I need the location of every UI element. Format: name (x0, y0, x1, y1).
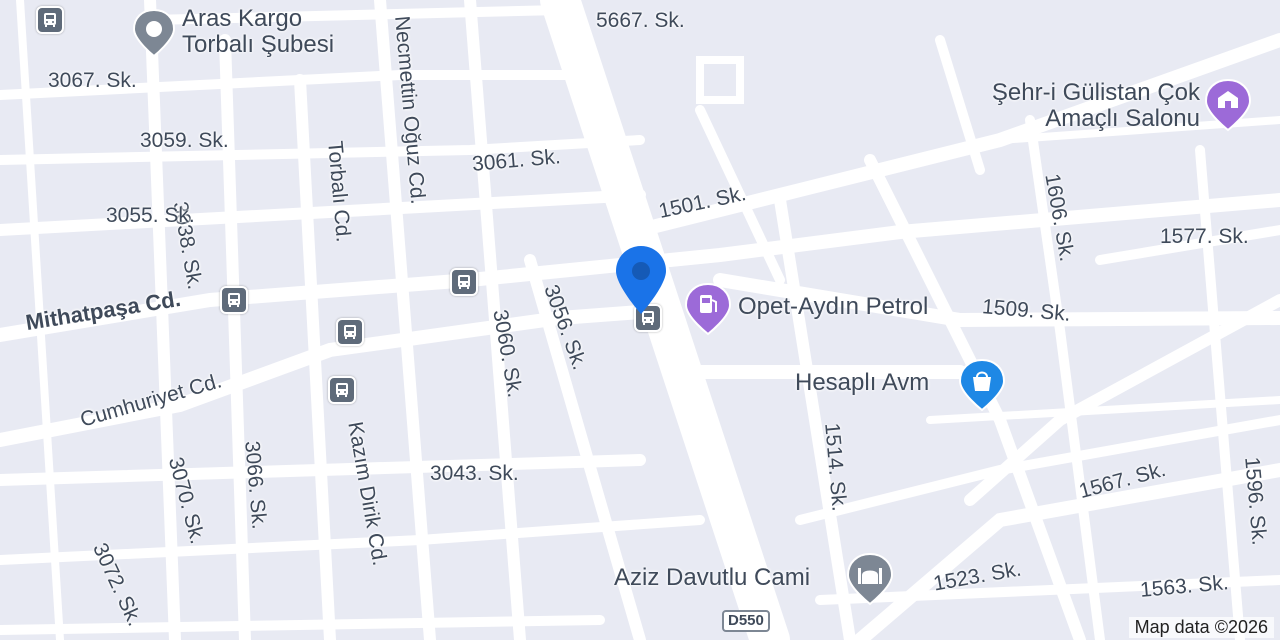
location-marker-icon[interactable] (614, 244, 668, 321)
map-canvas[interactable]: 5667. Sk. 3067. Sk. 3059. Sk. 3038. Sk. … (0, 0, 1280, 640)
street-label: 3055. Sk. (106, 204, 195, 227)
bus-stop-icon[interactable] (336, 318, 364, 346)
poi-name-text: Aras Kargo Torbalı Şubesi (182, 5, 335, 59)
street-label: 3043. Sk. (430, 462, 519, 485)
bus-stop-icon[interactable] (220, 286, 248, 314)
poi-label-hesapli-avm[interactable]: Hesaplı Avm (795, 369, 929, 396)
shopping-bag-icon[interactable] (958, 358, 1006, 417)
map-attribution[interactable]: Map data ©2026 (1128, 617, 1274, 638)
poi-label-sehr-i-gulistan[interactable]: Şehr-i Gülistan Çok Amaçlı Salonu (960, 79, 1200, 133)
pin-icon[interactable] (132, 8, 176, 63)
poi-label-opet[interactable]: Opet-Aydın Petrol (738, 293, 928, 320)
poi-label-aziz-davutlu[interactable]: Aziz Davutlu Cami (614, 564, 810, 591)
bus-stop-icon[interactable] (450, 268, 478, 296)
bus-stop-icon[interactable] (328, 376, 356, 404)
street-label: 3059. Sk. (140, 129, 229, 152)
event-hall-icon[interactable] (1204, 78, 1252, 137)
gas-station-icon[interactable] (684, 282, 732, 341)
poi-label-aras-kargo[interactable]: Aras Kargo Torbalı Şubesi (182, 5, 372, 59)
street-label: 5667. Sk. (596, 9, 685, 32)
mosque-icon[interactable] (846, 552, 894, 611)
street-label: 1577. Sk. (1160, 225, 1249, 248)
bus-stop-icon[interactable] (36, 6, 64, 34)
street-label: 3067. Sk. (48, 69, 137, 92)
highway-shield: D550 (722, 610, 770, 632)
